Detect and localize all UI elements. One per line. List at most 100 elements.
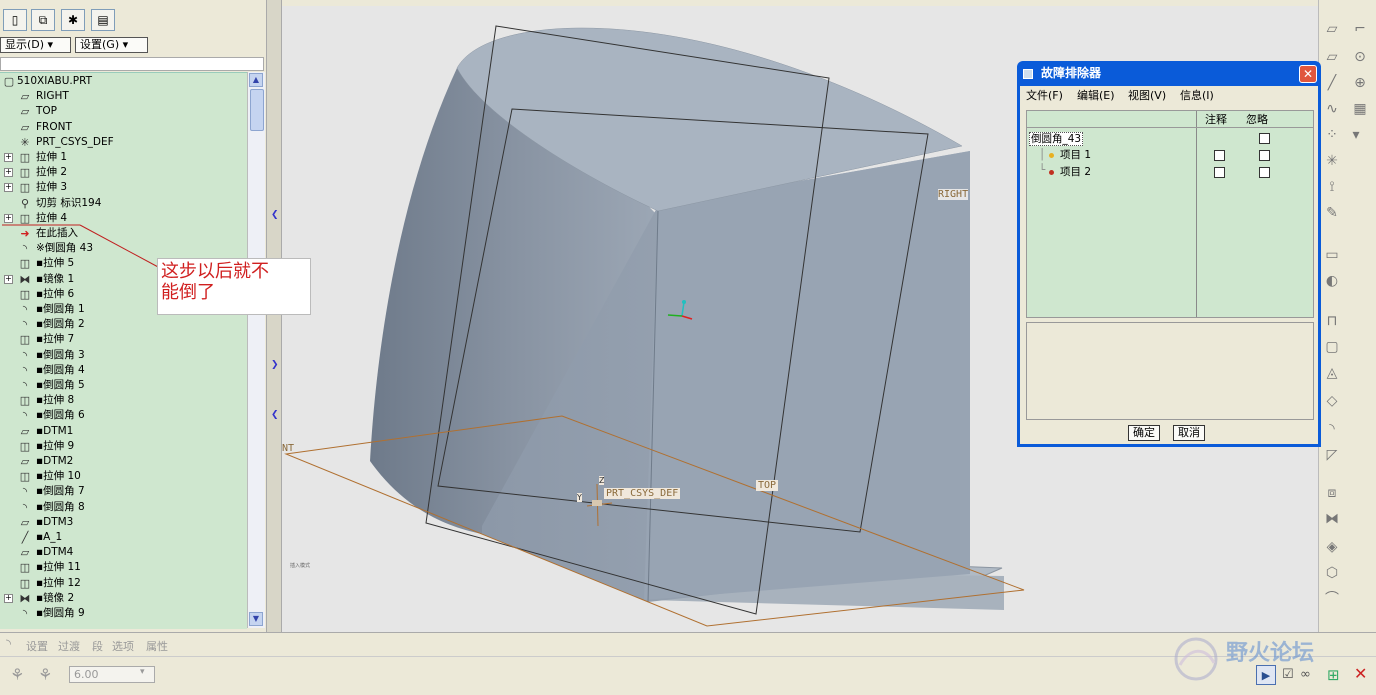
dialog-title-bar[interactable]: 故障排除器 ✕	[1017, 61, 1321, 86]
grid-tool-icon[interactable]: ▦	[1351, 100, 1369, 118]
sketch-tool-icon[interactable]: ▱	[1323, 48, 1341, 66]
chevron-down-icon[interactable]: ▾	[140, 667, 145, 677]
csys-tool-icon[interactable]: ⊕	[1351, 74, 1369, 92]
datum-label-front[interactable]: NT	[282, 443, 294, 454]
mirror-tool-icon[interactable]: ⧓	[1323, 510, 1341, 528]
scroll-up-icon[interactable]: ▲	[249, 73, 263, 87]
chamfer-tool-icon[interactable]: ◸	[1323, 446, 1341, 464]
expand-icon[interactable]: +	[4, 153, 13, 162]
shell-tool-icon[interactable]: ▢	[1323, 338, 1341, 356]
round-set-mode-icon[interactable]: ⚘	[10, 665, 24, 684]
layers-tab-icon[interactable]: ⧉	[31, 9, 55, 31]
curve-tool-icon[interactable]: ∿	[1323, 100, 1341, 118]
tab-properties[interactable]: 属性	[146, 638, 168, 654]
favorites-tab-icon[interactable]: ✱	[61, 9, 85, 31]
tree-item[interactable]: ▱ ▪DTM4	[0, 545, 247, 560]
round-tool-icon[interactable]: ◝	[1323, 420, 1341, 438]
point-tool-icon[interactable]: ⁘	[1323, 126, 1341, 144]
close-icon[interactable]: ✕	[1299, 65, 1317, 83]
tree-item[interactable]: ▱ TOP	[0, 104, 247, 119]
ignore-checkbox[interactable]	[1259, 150, 1270, 161]
verify-mode-icon[interactable]: ∞	[1300, 667, 1311, 682]
tree-item[interactable]: ▱ RIGHT	[0, 89, 247, 104]
tree-item[interactable]: ◝ ▪倒圆角 3	[0, 348, 247, 363]
edit-icon[interactable]: ✎	[1323, 204, 1341, 222]
apply-icon[interactable]: ⊞	[1327, 666, 1340, 684]
tree-item[interactable]: ◝ ▪倒圆角 8	[0, 500, 247, 515]
panel-splitter[interactable]: ❮ ❯ ❮	[266, 0, 282, 632]
datum-point-tool-icon[interactable]: ⊙	[1351, 48, 1369, 66]
axis-tool-icon[interactable]: ╱	[1323, 74, 1341, 92]
troubleshooter-row[interactable]: 倒圆角_43	[1027, 131, 1313, 146]
preview-checkbox-icon[interactable]: ☑	[1282, 667, 1294, 682]
tree-item[interactable]: ◝ ▪倒圆角 9	[0, 606, 247, 621]
rib-tool-icon[interactable]: ◬	[1323, 364, 1341, 382]
tree-item[interactable]: ◝ ▪倒圆角 4	[0, 363, 247, 378]
scroll-thumb[interactable]	[250, 89, 264, 131]
csys-create-icon[interactable]: ✳	[1323, 152, 1341, 170]
offset-tool-icon[interactable]: ⌒	[1323, 590, 1341, 608]
cancel-button[interactable]: 取消	[1173, 425, 1205, 441]
extrude-tool-icon[interactable]: ▭	[1323, 246, 1341, 264]
draft-tool-icon[interactable]: ◇	[1323, 392, 1341, 410]
tree-scrollbar[interactable]: ▲ ▼	[247, 72, 265, 628]
tree-item[interactable]: ▱ ▪DTM1	[0, 424, 247, 439]
tree-item[interactable]: ◫ ▪拉伸 10	[0, 469, 247, 484]
transition-mode-icon[interactable]: ⚘	[38, 665, 52, 684]
display-menu-button[interactable]: 显示(D) ▾	[0, 37, 71, 53]
tree-item[interactable]: ▢ 510XIABU.PRT	[0, 74, 247, 89]
tree-item[interactable]: ◫ ▪拉伸 9	[0, 439, 247, 454]
csys-label[interactable]: PRT_CSYS_DEF	[604, 488, 681, 499]
expand-icon[interactable]: +	[4, 183, 13, 193]
tree-item[interactable]: ◫ ▪拉伸 11	[0, 560, 247, 575]
datum-label-top[interactable]: TOP	[756, 480, 779, 491]
note-checkbox[interactable]	[1214, 150, 1225, 161]
tab-transitions[interactable]: 过渡	[58, 638, 80, 654]
folder-browser-tab-icon[interactable]: ▤	[91, 9, 115, 31]
revolve-tool-icon[interactable]: ◐	[1323, 272, 1341, 290]
collapse-arrow-icon[interactable]: ❮	[271, 210, 279, 220]
ignore-checkbox[interactable]	[1259, 133, 1270, 144]
model-tree-tab-icon[interactable]: ▯	[3, 9, 27, 31]
cancel-feature-icon[interactable]: ✕	[1354, 664, 1367, 683]
tree-item[interactable]: ◝ ▪倒圆角 6	[0, 408, 247, 423]
pause-resume-icon[interactable]: ▶	[1256, 665, 1276, 685]
expand-icon[interactable]: +	[4, 593, 13, 603]
tree-item[interactable]: ◝ ▪倒圆角 2	[0, 317, 247, 332]
analysis-icon[interactable]: ⟟	[1323, 178, 1341, 196]
tree-item[interactable]: + ◫ 拉伸 2	[0, 165, 247, 180]
hole-tool-icon[interactable]: ⊓	[1323, 312, 1341, 330]
settings-menu-button[interactable]: 设置(G) ▾	[75, 37, 148, 53]
tab-options[interactable]: 选项	[112, 638, 134, 654]
tree-item[interactable]: + ◫ 拉伸 1	[0, 150, 247, 165]
tree-item[interactable]: ▱ FRONT	[0, 120, 247, 135]
collapse-arrow-icon-2[interactable]: ❮	[271, 410, 279, 420]
tree-item[interactable]: ◫ ▪拉伸 12	[0, 576, 247, 591]
expand-arrow-icon[interactable]: ❯	[271, 360, 279, 370]
menu-view[interactable]: 视图(V)	[1128, 89, 1166, 103]
copy-tool-icon[interactable]: ⧈	[1323, 484, 1341, 502]
datum-plane-tool-icon[interactable]: ▱	[1323, 20, 1341, 38]
tree-item[interactable]: + ◫ 拉伸 3	[0, 180, 247, 195]
tree-item[interactable]: ✳ PRT_CSYS_DEF	[0, 135, 247, 150]
merge-tool-icon[interactable]: ◈	[1323, 538, 1341, 556]
menu-info[interactable]: 信息(I)	[1180, 89, 1214, 103]
tab-segments[interactable]: 段	[92, 638, 103, 654]
tree-item[interactable]: ⚲ 切剪 标识194	[0, 196, 247, 211]
expand-icon[interactable]: +	[4, 168, 13, 178]
troubleshooter-row[interactable]: └ 项目 2	[1027, 164, 1313, 180]
tree-item[interactable]: ◫ ▪拉伸 8	[0, 393, 247, 408]
ignore-checkbox[interactable]	[1259, 167, 1270, 178]
menu-edit[interactable]: 编辑(E)	[1077, 89, 1115, 103]
ok-button[interactable]: 确定	[1128, 425, 1160, 441]
trim-tool-icon[interactable]: ⬡	[1323, 564, 1341, 582]
tree-item[interactable]: ▱ ▪DTM3	[0, 515, 247, 530]
scroll-down-icon[interactable]: ▼	[249, 612, 263, 626]
radius-input[interactable]: 6.00 ▾	[69, 666, 155, 683]
tab-settings[interactable]: 设置	[26, 638, 48, 654]
note-checkbox[interactable]	[1214, 167, 1225, 178]
tree-item[interactable]: ◫ ▪拉伸 7	[0, 332, 247, 347]
menu-file[interactable]: 文件(F)	[1026, 89, 1063, 103]
chevron-down-icon[interactable]: ▾	[1347, 126, 1365, 144]
datum-label-right[interactable]: RIGHT	[938, 189, 969, 200]
